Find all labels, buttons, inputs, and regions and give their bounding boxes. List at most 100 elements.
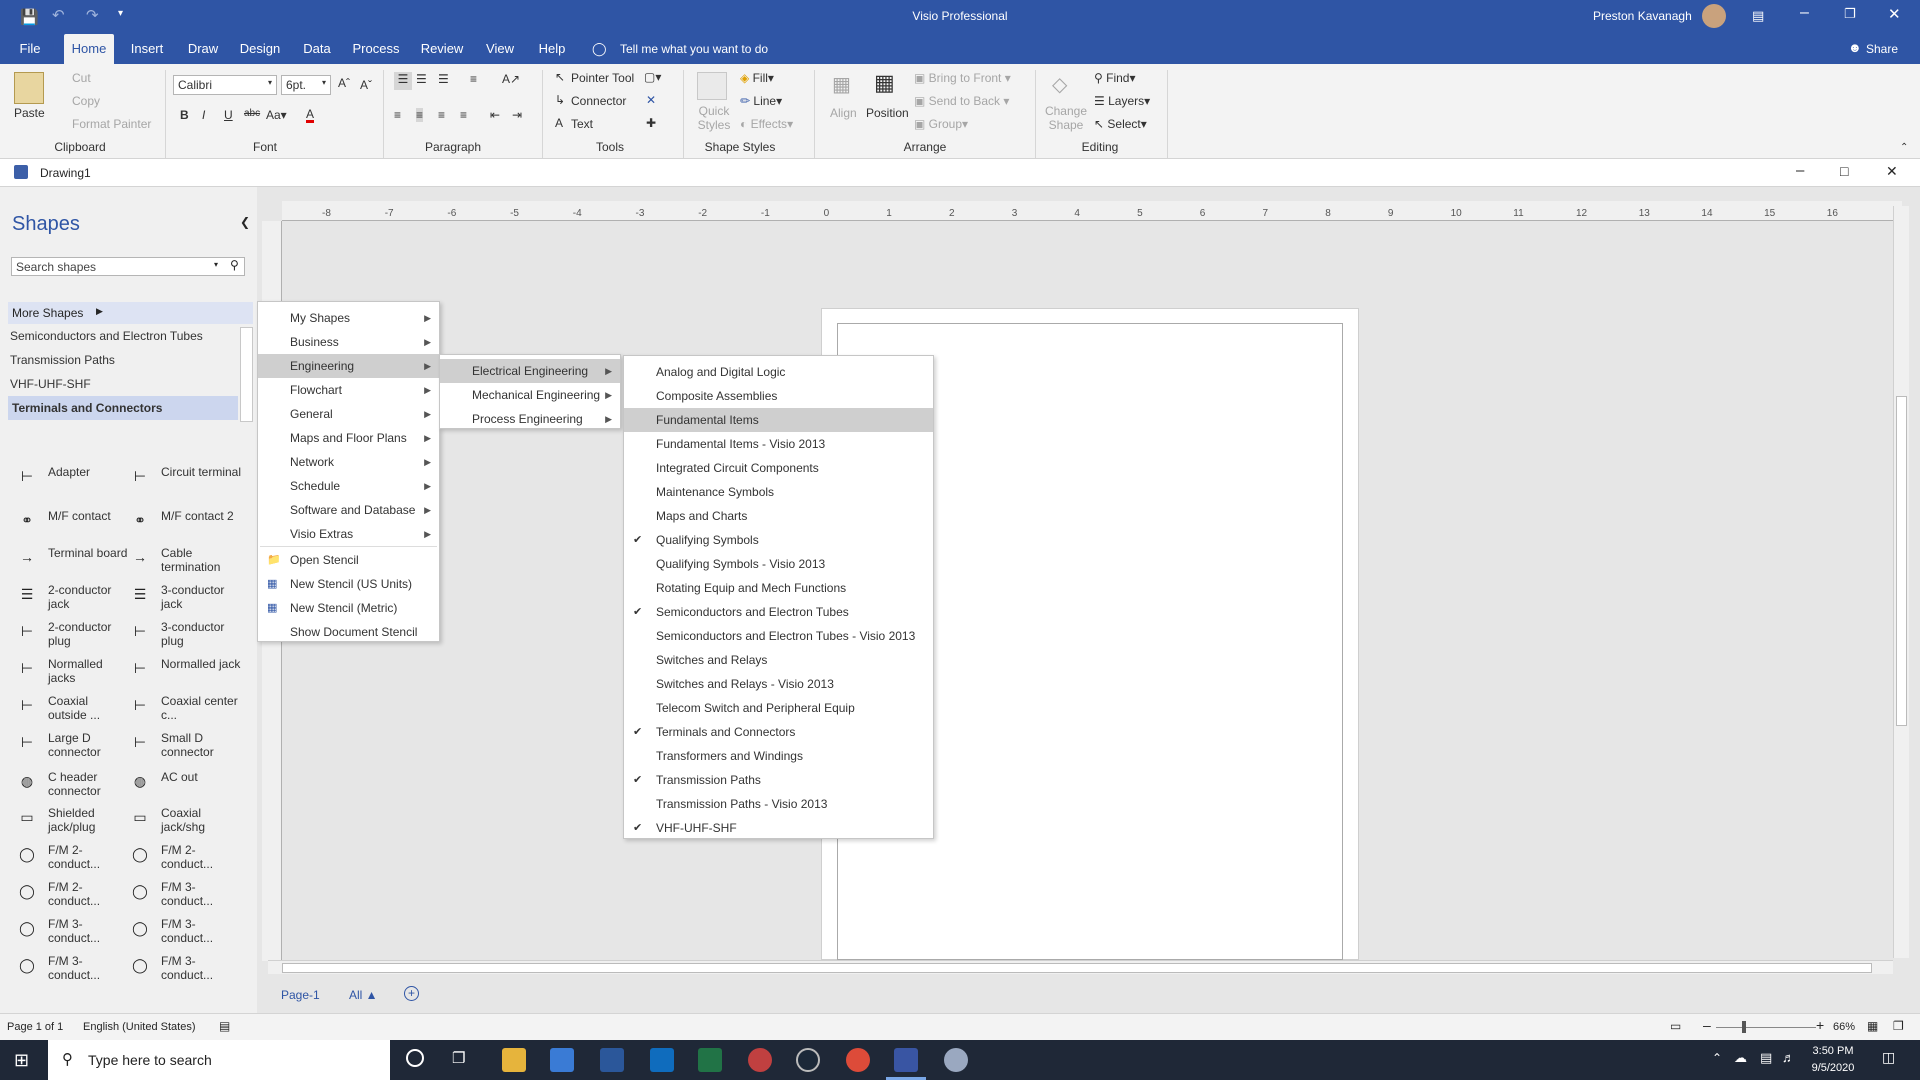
font-size-select[interactable]: 6pt. ▾ bbox=[281, 75, 331, 95]
submenu-item[interactable]: Electrical Engineering ▶ bbox=[440, 359, 620, 383]
tray-chevron-icon[interactable]: ⌃ bbox=[1712, 1051, 1722, 1065]
stencil-scrollbar[interactable] bbox=[240, 327, 253, 422]
chrome-icon[interactable] bbox=[846, 1048, 870, 1072]
restore-icon[interactable]: ❐ bbox=[1844, 6, 1856, 22]
menu-item[interactable]: 📁 Open Stencil bbox=[258, 548, 439, 572]
shape-item[interactable]: ▭ Coaxial jack/shg bbox=[127, 806, 239, 838]
customize-qat-icon[interactable]: ▾ bbox=[118, 8, 123, 19]
submenu-item[interactable]: Mechanical Engineering ▶ bbox=[440, 383, 620, 407]
menu-item[interactable]: Software and Database ▶ bbox=[258, 498, 439, 522]
zoom-level[interactable]: 66% bbox=[1833, 1021, 1855, 1033]
tab-home[interactable]: Home bbox=[64, 34, 114, 64]
share-icon[interactable]: ☻ bbox=[1848, 40, 1862, 55]
stencil-menu-item[interactable]: ✔ Terminals and Connectors bbox=[624, 720, 933, 744]
stencil-menu-item[interactable]: ✔ Semiconductors and Electron Tubes bbox=[624, 600, 933, 624]
quick-styles-icon[interactable] bbox=[697, 72, 727, 100]
stencil-menu-item[interactable]: Fundamental Items bbox=[624, 408, 933, 432]
format-painter-button[interactable]: Format Painter bbox=[72, 117, 151, 131]
align-right-icon[interactable]: ≡ bbox=[438, 108, 445, 122]
taskbar-search[interactable]: ⚲ Type here to search bbox=[48, 1040, 390, 1080]
ribbon-display-icon[interactable]: ▤ bbox=[1752, 8, 1764, 24]
tab-process[interactable]: Process bbox=[348, 34, 404, 64]
shape-item[interactable]: ◯ F/M 3-conduct... bbox=[127, 917, 239, 949]
shape-item[interactable]: ▭ Shielded jack/plug bbox=[14, 806, 126, 838]
stencil-menu-item[interactable]: Analog and Digital Logic bbox=[624, 360, 933, 384]
strikethrough-icon[interactable]: abc bbox=[244, 108, 260, 119]
menu-item[interactable]: Show Document Stencil bbox=[258, 620, 439, 644]
shape-item[interactable]: ⊢ 3-conductor plug bbox=[127, 620, 239, 652]
align-top-icon[interactable]: ☰ bbox=[394, 72, 412, 90]
redo-icon[interactable]: ↷ bbox=[86, 6, 99, 24]
menu-item[interactable]: Business ▶ bbox=[258, 330, 439, 354]
submenu-item[interactable]: Process Engineering ▶ bbox=[440, 407, 620, 431]
tab-insert[interactable]: Insert bbox=[124, 34, 170, 64]
zoom-slider-thumb[interactable] bbox=[1742, 1021, 1746, 1033]
menu-item[interactable]: Maps and Floor Plans ▶ bbox=[258, 426, 439, 450]
menu-item[interactable]: My Shapes ▶ bbox=[258, 306, 439, 330]
layers-button[interactable]: ☰ Layers▾ bbox=[1094, 94, 1150, 108]
zoom-out-button[interactable]: – bbox=[1703, 1017, 1711, 1033]
collapse-ribbon-icon[interactable]: ⌃ bbox=[1900, 142, 1908, 153]
tab-file[interactable]: File bbox=[10, 34, 50, 64]
tab-data[interactable]: Data bbox=[296, 34, 338, 64]
change-case-icon[interactable]: Aa▾ bbox=[266, 108, 287, 122]
shape-item[interactable]: ◯ F/M 3-conduct... bbox=[127, 954, 239, 986]
shape-item[interactable]: ☰ 3-conductor jack bbox=[127, 583, 239, 615]
underline-icon[interactable]: U bbox=[224, 108, 233, 122]
menu-item[interactable]: ▦ New Stencil (Metric) bbox=[258, 596, 439, 620]
avatar[interactable] bbox=[1702, 4, 1726, 28]
network-icon[interactable]: ▤ bbox=[1760, 1050, 1772, 1066]
pointer-icon[interactable]: ↖ bbox=[555, 70, 565, 84]
shape-item[interactable]: → Cable termination bbox=[127, 546, 239, 578]
cortana-icon[interactable] bbox=[406, 1049, 424, 1067]
paste-icon[interactable] bbox=[14, 72, 44, 104]
save-icon[interactable]: 💾 bbox=[20, 8, 39, 26]
align-center-icon[interactable]: ≡ bbox=[416, 108, 424, 122]
increase-indent-icon[interactable]: ⇥ bbox=[512, 108, 522, 122]
stencil-menu-item[interactable]: Maps and Charts bbox=[624, 504, 933, 528]
change-shape-button[interactable]: Change Shape bbox=[1044, 104, 1088, 132]
position-icon[interactable]: ▦ bbox=[874, 70, 895, 96]
file-explorer-icon[interactable] bbox=[502, 1048, 526, 1072]
stencil-menu-item[interactable]: ✔ VHF-UHF-SHF bbox=[624, 816, 933, 840]
volume-icon[interactable]: ♬ bbox=[1782, 1050, 1795, 1065]
change-shape-icon[interactable]: ◇ bbox=[1052, 72, 1067, 97]
vertical-scrollbar[interactable] bbox=[1893, 206, 1909, 958]
stencil-menu-item[interactable]: Composite Assemblies bbox=[624, 384, 933, 408]
excel-icon[interactable] bbox=[698, 1048, 722, 1072]
align-bottom-icon[interactable]: ☰ bbox=[438, 72, 449, 86]
cut-button[interactable]: Cut bbox=[72, 71, 91, 85]
windows-start-icon[interactable]: ⊞ bbox=[14, 1050, 29, 1071]
paste-button[interactable]: Paste bbox=[14, 106, 45, 120]
stencil-menu-item[interactable]: Transmission Paths - Visio 2013 bbox=[624, 792, 933, 816]
close-icon[interactable]: ✕ bbox=[1888, 5, 1901, 23]
stencil-menu-item[interactable]: Switches and Relays bbox=[624, 648, 933, 672]
tab-review[interactable]: Review bbox=[414, 34, 470, 64]
italic-icon[interactable]: I bbox=[202, 108, 205, 122]
page-tab[interactable]: Page-1 bbox=[281, 988, 320, 1002]
shape-item[interactable]: ◯ F/M 3-conduct... bbox=[14, 954, 126, 986]
menu-item[interactable]: Network ▶ bbox=[258, 450, 439, 474]
tab-design[interactable]: Design bbox=[234, 34, 286, 64]
user-name[interactable]: Preston Kavanagh bbox=[1593, 9, 1692, 23]
app-icon[interactable] bbox=[748, 1048, 772, 1072]
presentation-mode-icon[interactable]: ▭ bbox=[1670, 1019, 1681, 1033]
stencil-menu-item[interactable]: Rotating Equip and Mech Functions bbox=[624, 576, 933, 600]
bring-front-button[interactable]: ▣ Bring to Front ▾ bbox=[914, 71, 1011, 85]
shrink-font-icon[interactable]: Aˇ bbox=[360, 78, 372, 92]
align-icon[interactable]: ▦ bbox=[832, 72, 851, 97]
text-tool-icon[interactable]: A bbox=[555, 116, 563, 130]
outlook-icon[interactable] bbox=[650, 1048, 674, 1072]
zoom-slider[interactable] bbox=[1716, 1027, 1816, 1028]
stencil-menu-item[interactable]: Integrated Circuit Components bbox=[624, 456, 933, 480]
align-middle-icon[interactable]: ☰ bbox=[416, 72, 427, 86]
all-pages-button[interactable]: All ▲ bbox=[349, 988, 378, 1002]
connector-icon[interactable]: ↳ bbox=[555, 93, 565, 107]
group-button[interactable]: ▣ Group▾ bbox=[914, 117, 968, 131]
clock-time[interactable]: 3:50 PM bbox=[1808, 1045, 1858, 1057]
pointer-tool-button[interactable]: Pointer Tool bbox=[571, 71, 634, 85]
shape-item[interactable]: ⊢ Adapter bbox=[14, 465, 126, 497]
copy-button[interactable]: Copy bbox=[72, 94, 100, 108]
delete-connector-icon[interactable]: ✕ bbox=[646, 93, 656, 107]
language-status[interactable]: English (United States) bbox=[83, 1021, 196, 1033]
